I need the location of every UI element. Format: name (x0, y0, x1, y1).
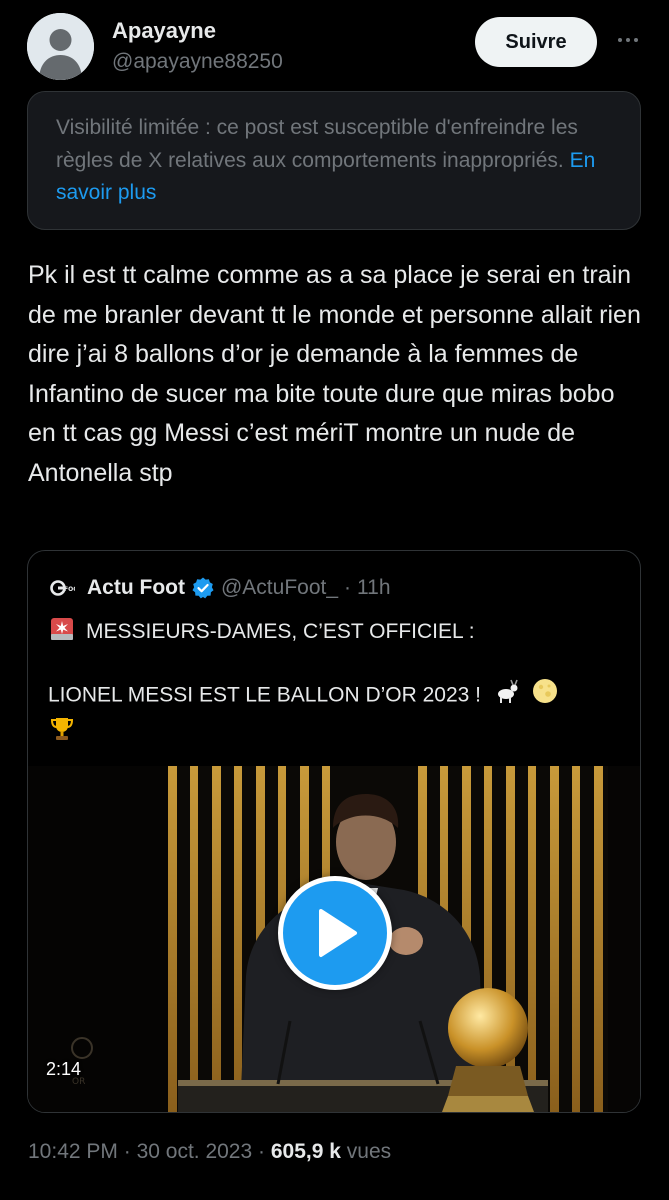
svg-text:FOOT: FOOT (64, 586, 75, 593)
author-display-name[interactable]: Apayayne (112, 18, 216, 44)
views-count[interactable]: 605,9 k (271, 1140, 341, 1163)
quoted-tweet[interactable]: FOOT Actu Foot @ActuFoot_ · 11h (27, 550, 641, 1113)
video-duration: 2:14 (46, 1059, 82, 1079)
quoted-text-line-1: MESSIEURS-DAMES, C’EST OFFICIEL : (48, 615, 475, 649)
quoted-tweet-header: FOOT Actu Foot @ActuFoot_ · 11h (49, 573, 391, 603)
post-page: Apayayne @apayayne88250 Suivre Visibilit… (0, 0, 669, 1200)
play-icon[interactable] (278, 876, 392, 990)
views-label: vues (346, 1140, 392, 1163)
author-handle[interactable]: @apayayne88250 (112, 50, 283, 74)
separator-dot: · (344, 576, 352, 599)
tweet-text: Pk il est tt calme comme as a sa place j… (28, 261, 641, 487)
notice-text: Visibilité limitée : ce post est suscept… (56, 116, 578, 172)
quoted-text-line-2: LIONEL MESSI EST LE BALLON D’OR 2023 ! (48, 677, 618, 753)
quoted-handle[interactable]: @ActuFoot_ (221, 576, 338, 600)
video-thumbnail[interactable]: OR 2:14 (28, 766, 640, 1112)
quoted-line-1-text: MESSIEURS-DAMES, C’EST OFFICIEL : (86, 620, 475, 643)
separator-dot: · (123, 1140, 131, 1163)
siren-emoji-icon (48, 615, 76, 649)
avatar[interactable] (27, 13, 94, 80)
post-date[interactable]: 30 oct. 2023 (137, 1140, 253, 1163)
moon-emoji-icon (531, 677, 559, 715)
separator-dot: · (258, 1140, 266, 1163)
quoted-display-name[interactable]: Actu Foot (87, 576, 185, 600)
trophy-emoji-icon (48, 715, 76, 753)
actu-foot-logo-icon: FOOT (49, 577, 75, 599)
verified-badge-icon (191, 576, 215, 600)
more-horizontal-icon[interactable] (611, 28, 645, 52)
goat-emoji-icon (493, 677, 521, 715)
post-time[interactable]: 10:42 PM (28, 1140, 118, 1163)
post-meta: 10:42 PM · 30 oct. 2023 · 605,9 k vues (28, 1140, 391, 1164)
follow-button[interactable]: Suivre (475, 17, 597, 67)
quoted-time[interactable]: 11h (357, 576, 390, 600)
limited-visibility-notice: Visibilité limitée : ce post est suscept… (27, 91, 641, 230)
quoted-line-2-text: LIONEL MESSI EST LE BALLON D’OR 2023 ! (48, 683, 482, 707)
